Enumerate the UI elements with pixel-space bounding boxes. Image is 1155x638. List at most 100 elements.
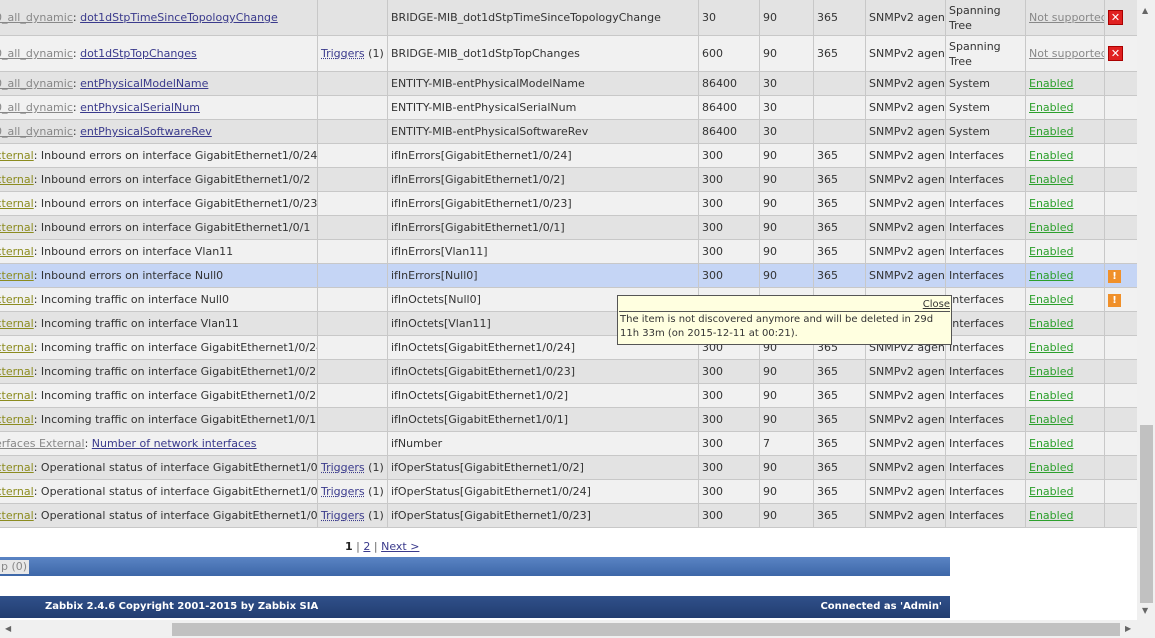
status-link[interactable]: Enabled bbox=[1029, 125, 1073, 138]
status-link[interactable]: Enabled bbox=[1029, 485, 1073, 498]
status-link[interactable]: Enabled bbox=[1029, 101, 1073, 114]
error-icon[interactable]: ✕ bbox=[1108, 46, 1123, 61]
item-prefix-link[interactable]: 0_all_dynamic bbox=[0, 125, 73, 138]
interval-cell: 300 bbox=[698, 263, 760, 288]
status-link[interactable]: Enabled bbox=[1029, 77, 1073, 90]
history-cell: 30 bbox=[759, 119, 814, 144]
triggers-link[interactable]: Triggers bbox=[321, 509, 365, 522]
horizontal-scroll-thumb[interactable] bbox=[172, 623, 1120, 636]
status-link[interactable]: Enabled bbox=[1029, 461, 1073, 474]
item-row: erfaces External: Number of network inte… bbox=[0, 431, 1137, 456]
item-key-cell: ifInErrors[GigabitEthernet1/0/23] bbox=[387, 191, 699, 216]
info-cell bbox=[1104, 311, 1137, 336]
status-link[interactable]: Enabled bbox=[1029, 269, 1073, 282]
trends-cell: 365 bbox=[813, 35, 866, 72]
triggers-cell bbox=[317, 407, 388, 432]
warning-icon[interactable]: ! bbox=[1108, 270, 1121, 283]
scroll-left-icon[interactable]: ◀ bbox=[5, 624, 11, 633]
status-link[interactable]: Enabled bbox=[1029, 365, 1073, 378]
status-link[interactable]: Enabled bbox=[1029, 341, 1073, 354]
item-type-cell: SNMPv2 agent bbox=[865, 95, 946, 120]
trends-cell bbox=[813, 119, 866, 144]
item-type-cell: SNMPv2 agent bbox=[865, 35, 946, 72]
scroll-up-icon[interactable]: ▲ bbox=[1142, 6, 1148, 15]
item-prefix-link[interactable]: 0_all_dynamic bbox=[0, 101, 73, 114]
item-prefix-link[interactable]: xternal bbox=[0, 461, 34, 474]
item-name[interactable]: entPhysicalSerialNum bbox=[80, 101, 200, 114]
items-table: 0_all_dynamic: dot1dStpTimeSinceTopology… bbox=[0, 0, 1137, 528]
item-type-cell: SNMPv2 agent bbox=[865, 263, 946, 288]
item-prefix-link[interactable]: xternal bbox=[0, 149, 34, 162]
status-cell: Enabled bbox=[1025, 191, 1105, 216]
scroll-down-icon[interactable]: ▼ bbox=[1142, 606, 1148, 615]
status-link[interactable]: Enabled bbox=[1029, 221, 1073, 234]
item-prefix-link[interactable]: xternal bbox=[0, 413, 34, 426]
item-prefix-link[interactable]: xternal bbox=[0, 269, 34, 282]
interval-cell: 300 bbox=[698, 383, 760, 408]
item-prefix-link[interactable]: xternal bbox=[0, 341, 34, 354]
error-icon[interactable]: ✕ bbox=[1108, 10, 1123, 25]
status-link[interactable]: Not supported bbox=[1029, 11, 1104, 24]
info-cell bbox=[1104, 383, 1137, 408]
tooltip-close-link[interactable]: Close bbox=[923, 298, 950, 312]
triggers-link[interactable]: Triggers bbox=[321, 47, 365, 60]
info-cell bbox=[1104, 503, 1137, 528]
item-row: xternal: Incoming traffic on interface N… bbox=[0, 287, 1137, 312]
item-prefix-link[interactable]: xternal bbox=[0, 365, 34, 378]
item-prefix-link[interactable]: 0_all_dynamic bbox=[0, 47, 73, 60]
status-link[interactable]: Enabled bbox=[1029, 437, 1073, 450]
triggers-cell bbox=[317, 119, 388, 144]
application-cell: Interfaces bbox=[945, 503, 1026, 528]
item-prefix-link[interactable]: xternal bbox=[0, 509, 34, 522]
status-link[interactable]: Enabled bbox=[1029, 413, 1073, 426]
item-name: Operational status of interface GigabitE… bbox=[40, 461, 318, 474]
item-prefix-link[interactable]: 0_all_dynamic bbox=[0, 11, 73, 24]
tooltip-divider bbox=[619, 311, 950, 312]
info-cell bbox=[1104, 359, 1137, 384]
status-link[interactable]: Enabled bbox=[1029, 173, 1073, 186]
page-current: 1 bbox=[345, 540, 353, 553]
status-cell: Enabled bbox=[1025, 215, 1105, 240]
item-name[interactable]: entPhysicalModelName bbox=[80, 77, 208, 90]
pagination: 1 | 2 | Next > bbox=[345, 540, 419, 553]
status-link[interactable]: Enabled bbox=[1029, 293, 1073, 306]
status-link[interactable]: Not supported bbox=[1029, 47, 1104, 60]
item-name-cell: xternal: Operational status of interface… bbox=[0, 503, 318, 528]
next-page-link[interactable]: Next > bbox=[381, 540, 419, 553]
item-key-cell: ifInErrors[Vlan11] bbox=[387, 239, 699, 264]
item-prefix-link[interactable]: xternal bbox=[0, 197, 34, 210]
item-prefix-link[interactable]: xternal bbox=[0, 485, 34, 498]
history-cell: 90 bbox=[759, 479, 814, 504]
item-name[interactable]: dot1dStpTopChanges bbox=[80, 47, 197, 60]
status-cell: Enabled bbox=[1025, 167, 1105, 192]
page-2-link[interactable]: 2 bbox=[363, 540, 370, 553]
item-prefix-link[interactable]: xternal bbox=[0, 245, 34, 258]
status-link[interactable]: Enabled bbox=[1029, 245, 1073, 258]
item-name[interactable]: entPhysicalSoftwareRev bbox=[80, 125, 212, 138]
scroll-right-icon[interactable]: ▶ bbox=[1125, 624, 1131, 633]
triggers-count: (1) bbox=[368, 509, 384, 522]
triggers-link[interactable]: Triggers bbox=[321, 461, 365, 474]
footer: Zabbix 2.4.6 Copyright 2001-2015 by Zabb… bbox=[0, 596, 950, 618]
status-link[interactable]: Enabled bbox=[1029, 197, 1073, 210]
item-prefix-link[interactable]: xternal bbox=[0, 293, 34, 306]
item-name[interactable]: Number of network interfaces bbox=[92, 437, 257, 450]
triggers-link[interactable]: Triggers bbox=[321, 485, 365, 498]
vertical-scroll-thumb[interactable] bbox=[1140, 425, 1153, 603]
info-cell: ! bbox=[1104, 263, 1137, 288]
status-link[interactable]: Enabled bbox=[1029, 149, 1073, 162]
item-name[interactable]: dot1dStpTimeSinceTopologyChange bbox=[80, 11, 278, 24]
item-prefix-link[interactable]: xternal bbox=[0, 221, 34, 234]
item-prefix-link[interactable]: xternal bbox=[0, 173, 34, 186]
item-prefix-link[interactable]: erfaces External bbox=[0, 437, 85, 450]
warning-icon[interactable]: ! bbox=[1108, 294, 1121, 307]
item-name-cell: xternal: Operational status of interface… bbox=[0, 479, 318, 504]
item-prefix-link[interactable]: xternal bbox=[0, 317, 34, 330]
item-prefix-link[interactable]: xternal bbox=[0, 389, 34, 402]
status-cell: Enabled bbox=[1025, 383, 1105, 408]
status-link[interactable]: Enabled bbox=[1029, 509, 1073, 522]
item-prefix-link[interactable]: 0_all_dynamic bbox=[0, 77, 73, 90]
status-link[interactable]: Enabled bbox=[1029, 317, 1073, 330]
item-name: Inbound errors on interface GigabitEther… bbox=[40, 221, 311, 234]
status-link[interactable]: Enabled bbox=[1029, 389, 1073, 402]
